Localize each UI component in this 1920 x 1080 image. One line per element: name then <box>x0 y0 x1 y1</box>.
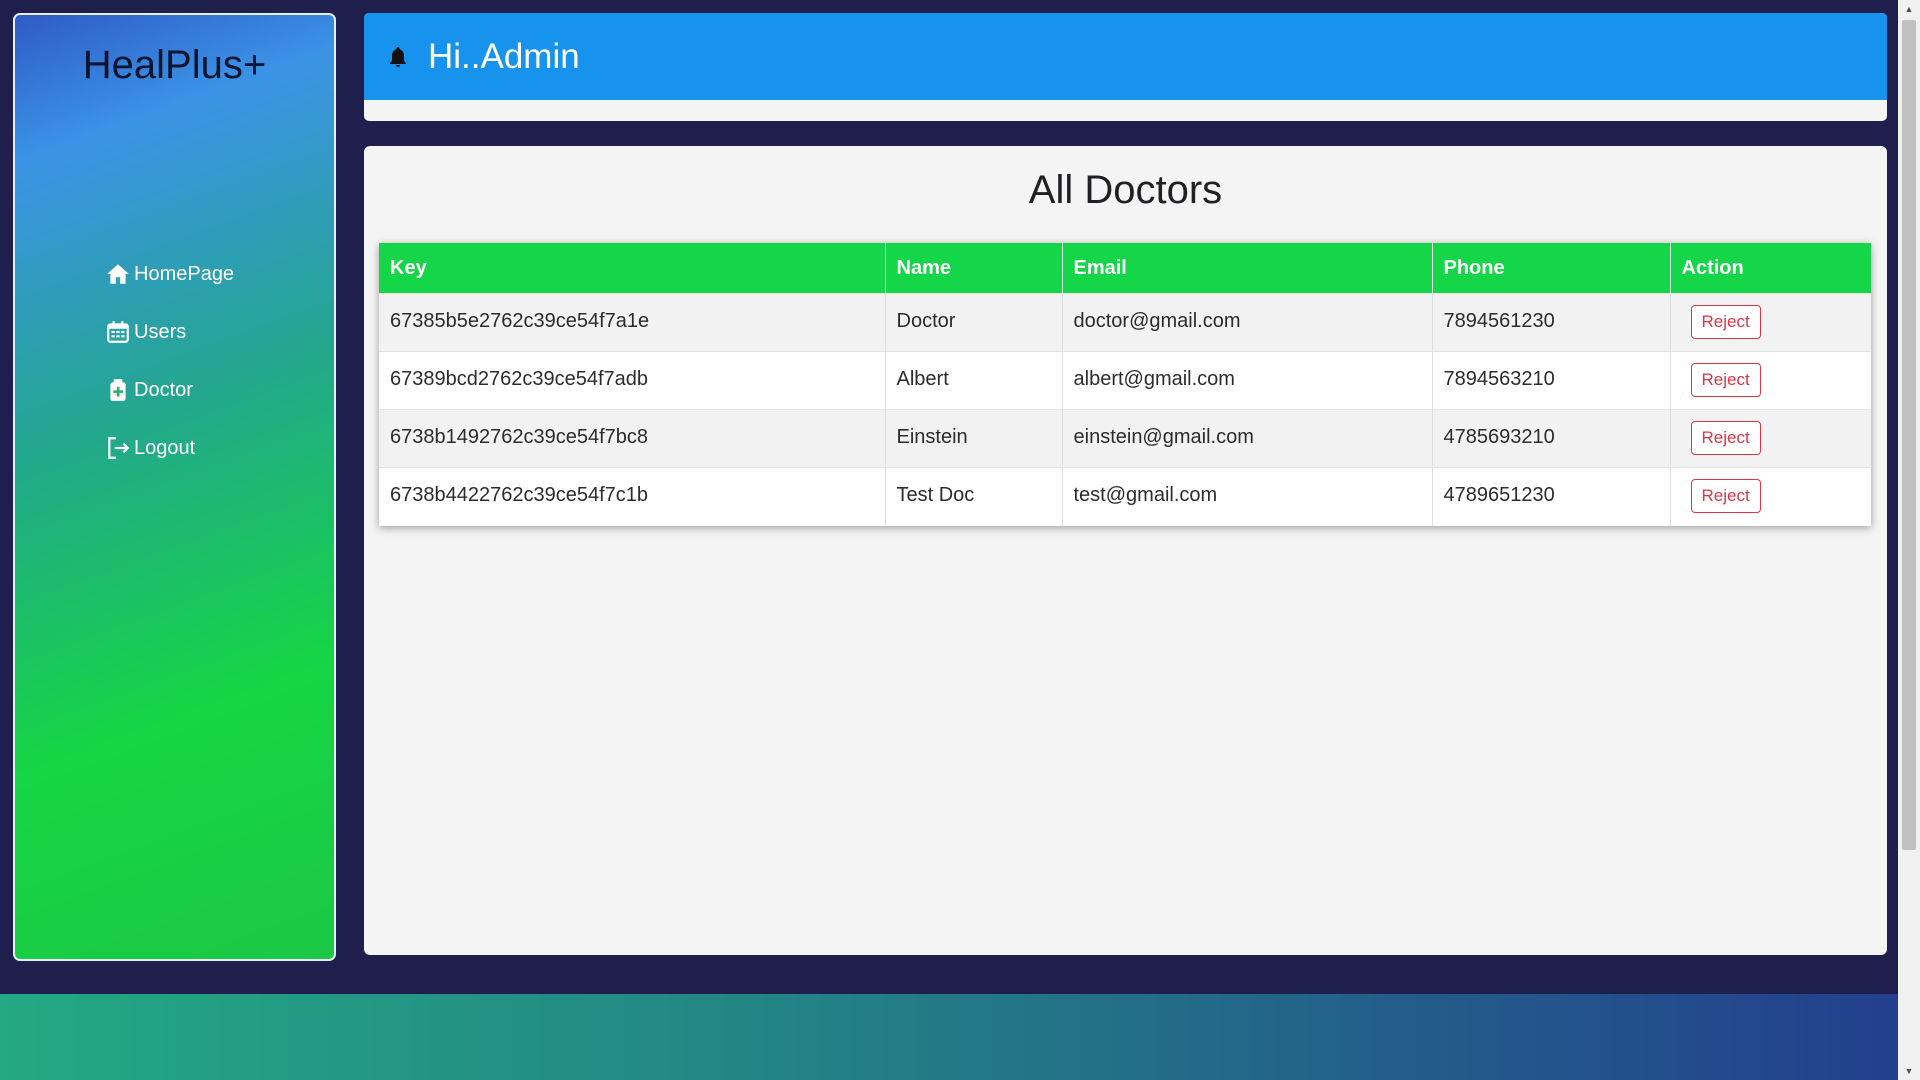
home-icon <box>107 264 129 284</box>
sidebar-item-users[interactable]: Users <box>105 303 234 361</box>
header: Hi..Admin <box>364 13 1887 121</box>
sidebar-nav: HomePage Users Doctor Logout <box>105 245 234 477</box>
medical-bag-icon <box>110 379 126 401</box>
cell-email: einstein@gmail.com <box>1062 409 1433 468</box>
brand-logo[interactable]: HealPlus+ <box>15 43 334 88</box>
cell-phone: 4785693210 <box>1432 409 1671 468</box>
column-header-key: Key <box>379 243 886 294</box>
vertical-scrollbar[interactable]: ▲ ▼ <box>1898 0 1920 1080</box>
header-bar: Hi..Admin <box>364 13 1887 100</box>
sidebar-item-doctor[interactable]: Doctor <box>105 361 234 419</box>
main-panel: All Doctors Key Name Email Phone Action … <box>364 146 1887 955</box>
column-header-email: Email <box>1062 243 1433 294</box>
cell-name: Einstein <box>885 409 1063 468</box>
cell-key: 67385b5e2762c39ce54f7a1e <box>379 293 886 352</box>
cell-key: 6738b1492762c39ce54f7bc8 <box>379 409 886 468</box>
cell-key: 67389bcd2762c39ce54f7adb <box>379 351 886 410</box>
table-row: 6738b1492762c39ce54f7bc8 Einstein einste… <box>379 409 1871 468</box>
logout-icon <box>108 437 130 459</box>
scroll-up-arrow-icon[interactable]: ▲ <box>1898 0 1920 18</box>
cell-phone: 7894563210 <box>1432 351 1671 410</box>
cell-name: Test Doc <box>885 467 1063 526</box>
cell-name: Albert <box>885 351 1063 410</box>
doctors-table: Key Name Email Phone Action 67385b5e2762… <box>379 243 1871 526</box>
cell-action: Reject <box>1670 409 1871 468</box>
sidebar-item-label: Logout <box>134 436 196 459</box>
table-row: 67385b5e2762c39ce54f7a1e Doctor doctor@g… <box>379 293 1871 352</box>
greeting-text: Hi..Admin <box>428 36 580 76</box>
scrollbar-thumb[interactable] <box>1902 20 1916 850</box>
cell-key: 6738b4422762c39ce54f7c1b <box>379 467 886 526</box>
cell-email: albert@gmail.com <box>1062 351 1433 410</box>
cell-email: test@gmail.com <box>1062 467 1433 526</box>
page-title: All Doctors <box>1028 168 1223 212</box>
cell-name: Doctor <box>885 293 1063 352</box>
cell-phone: 4789651230 <box>1432 467 1671 526</box>
cell-action: Reject <box>1670 467 1871 526</box>
reject-button[interactable]: Reject <box>1690 479 1761 513</box>
sidebar-item-logout[interactable]: Logout <box>105 419 234 477</box>
scroll-down-arrow-icon[interactable]: ▼ <box>1898 1062 1920 1080</box>
footer <box>0 994 1898 1080</box>
cell-action: Reject <box>1670 351 1871 410</box>
reject-button[interactable]: Reject <box>1690 363 1761 397</box>
cell-action: Reject <box>1670 293 1871 352</box>
table-row: 67389bcd2762c39ce54f7adb Albert albert@g… <box>379 351 1871 410</box>
sidebar-item-label: Users <box>134 320 187 343</box>
reject-button[interactable]: Reject <box>1690 421 1761 455</box>
sidebar: HealPlus+ HomePage Users Doctor Logout <box>13 13 336 961</box>
column-header-phone: Phone <box>1432 243 1671 294</box>
table-row: 6738b4422762c39ce54f7c1b Test Doc test@g… <box>379 467 1871 526</box>
sidebar-item-label: HomePage <box>134 262 235 285</box>
bell-icon[interactable] <box>386 45 410 69</box>
table-header-row: Key Name Email Phone Action <box>379 243 1871 294</box>
column-header-action: Action <box>1670 243 1871 294</box>
reject-button[interactable]: Reject <box>1690 305 1761 339</box>
column-header-name: Name <box>885 243 1063 294</box>
cell-email: doctor@gmail.com <box>1062 293 1433 352</box>
cell-phone: 7894561230 <box>1432 293 1671 352</box>
doctors-table-container: Key Name Email Phone Action 67385b5e2762… <box>379 243 1871 526</box>
calendar-icon <box>107 321 129 343</box>
sidebar-item-homepage[interactable]: HomePage <box>105 245 234 303</box>
sidebar-item-label: Doctor <box>134 378 193 401</box>
